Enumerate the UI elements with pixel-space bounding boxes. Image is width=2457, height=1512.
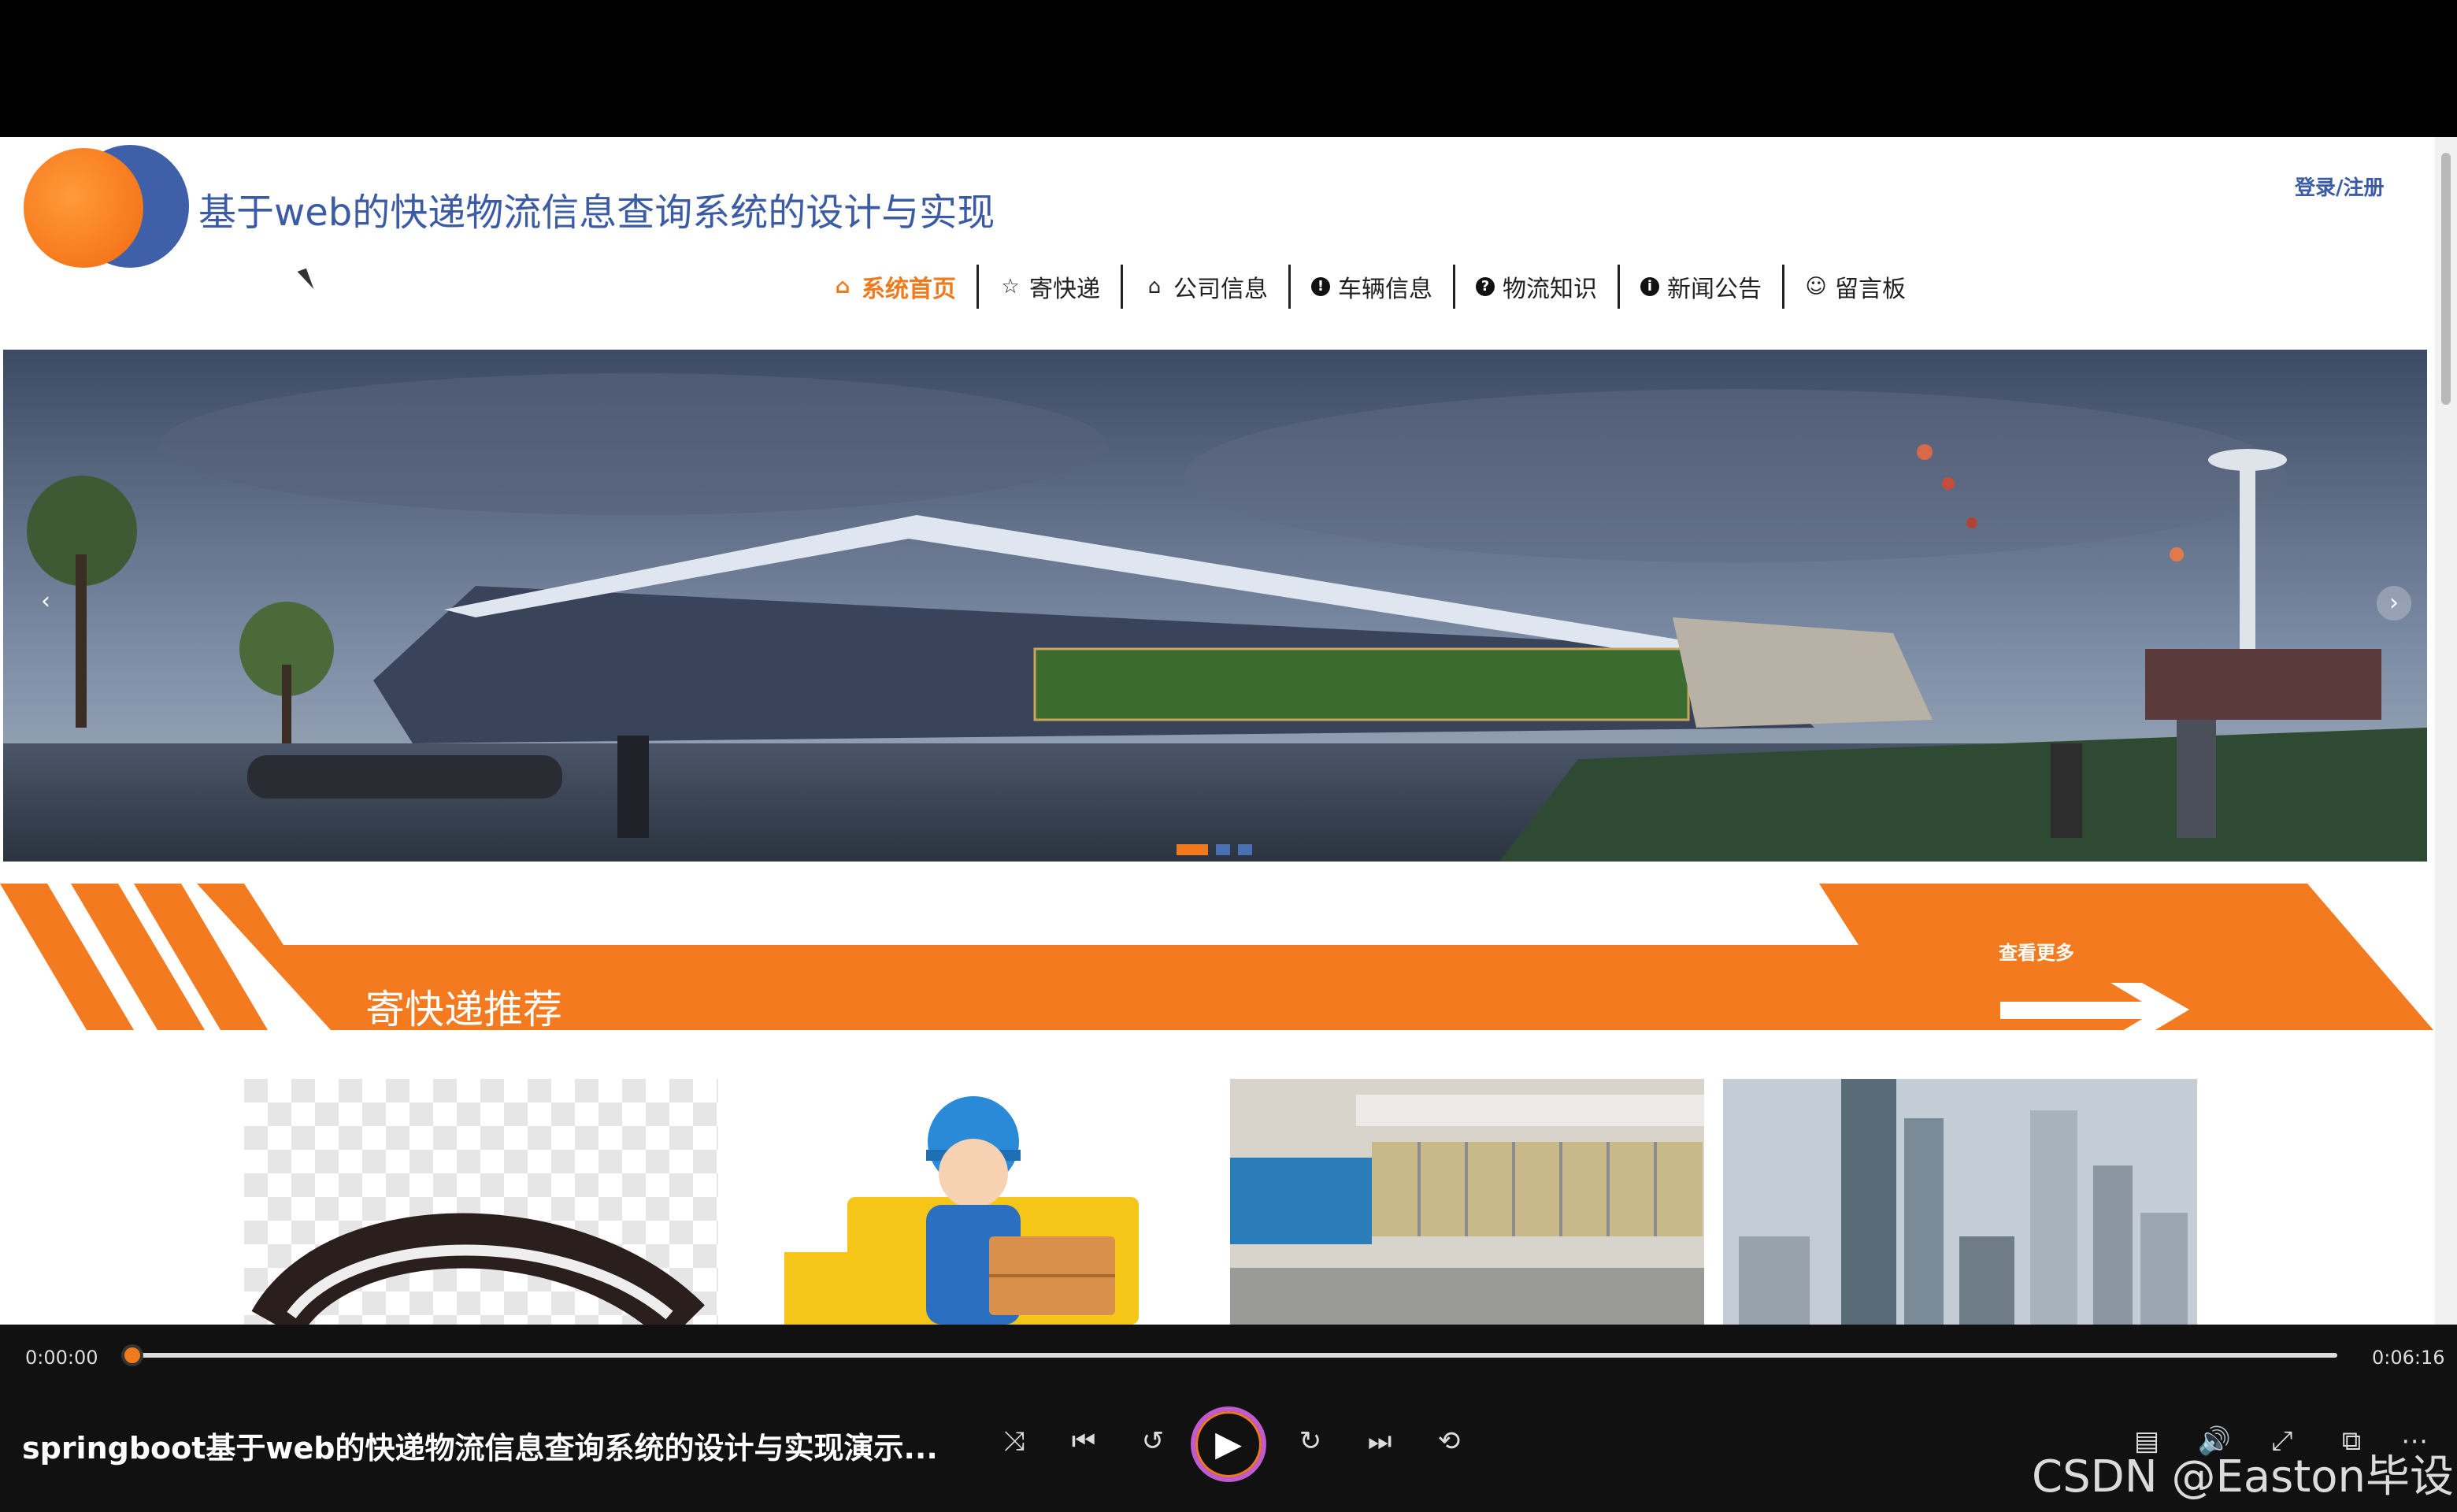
current-time: 0:00:00 — [25, 1347, 98, 1369]
progress-knob[interactable] — [121, 1344, 143, 1366]
smile-icon: ☺ — [1805, 275, 1827, 298]
watermark: CSDN @Easton毕设 — [2032, 1451, 2455, 1503]
nav-item-label: 公司信息 — [1173, 276, 1268, 303]
nav-item-label: 寄快递 — [1029, 276, 1100, 303]
banner-dot-1[interactable] — [1177, 844, 1208, 855]
nav-item-label: 留言板 — [1835, 276, 1906, 303]
home-icon: ⌂ — [835, 275, 850, 298]
exclamation-icon: ! — [1311, 277, 1330, 296]
banner-dot-3[interactable] — [1238, 844, 1252, 855]
nav-item-label: 物流知识 — [1503, 276, 1597, 303]
star-icon: ☆ — [1001, 275, 1020, 298]
login-register-link[interactable]: 登录/注册 — [2295, 172, 2385, 201]
previous-icon[interactable]: ⏮ — [1063, 1421, 1104, 1462]
mouse-cursor — [297, 268, 314, 293]
view-more-link[interactable]: 查看更多 — [1999, 937, 2074, 965]
recommend-card[interactable] — [737, 1079, 1211, 1325]
top-black-bar — [0, 0, 2457, 137]
nav-item-news[interactable]: i 新闻公告 — [1618, 265, 1782, 309]
recommend-card[interactable] — [1230, 1079, 1704, 1325]
nav-item-label: 新闻公告 — [1667, 276, 1762, 303]
site-title: 基于web的快递物流信息查询系统的设计与实现 — [198, 191, 995, 235]
question-icon: ? — [1476, 277, 1495, 296]
banner-prev-button[interactable]: ‹ — [30, 586, 61, 617]
nav-item-logistics-knowledge[interactable]: ? 物流知识 — [1453, 265, 1618, 309]
banner-indicators — [1177, 844, 1252, 855]
card-image — [244, 1079, 718, 1325]
browser-page: 基于web的快递物流信息查询系统的设计与实现 登录/注册 ⌂ 系统首页 ☆ 寄快… — [0, 137, 2457, 1325]
video-player-controls: 0:00:00 0:06:16 springboot基于web的快递物流信息查询… — [0, 1325, 2457, 1512]
card-image — [737, 1079, 1211, 1325]
banner-image — [3, 350, 2427, 862]
recommend-card[interactable] — [244, 1079, 718, 1325]
site-logo[interactable] — [24, 145, 189, 268]
nav-item-company[interactable]: ⌂ 公司信息 — [1121, 265, 1288, 309]
repeat-icon[interactable]: ⟲ — [1429, 1421, 1469, 1462]
card-image — [1230, 1079, 1704, 1325]
banner-next-button[interactable]: › — [2377, 586, 2411, 621]
page-scrollbar[interactable] — [2435, 137, 2457, 1325]
nav-item-label: 系统首页 — [862, 276, 956, 303]
play-button[interactable]: ▶ — [1191, 1406, 1266, 1482]
nav-item-send-express[interactable]: ☆ 寄快递 — [976, 265, 1121, 309]
nav-item-home[interactable]: ⌂ 系统首页 — [811, 265, 976, 309]
nav-item-message-board[interactable]: ☺ 留言板 — [1782, 265, 1926, 309]
next-icon[interactable]: ⏭ — [1359, 1421, 1400, 1462]
forward-30-icon[interactable]: ↻ — [1290, 1421, 1331, 1462]
recommend-card[interactable] — [1723, 1079, 2197, 1325]
total-time: 0:06:16 — [2372, 1347, 2445, 1369]
shuffle-icon[interactable]: ⤨ — [994, 1421, 1035, 1462]
section-header: 寄快递推荐 查看更多 — [0, 884, 2441, 1057]
main-nav: ⌂ 系统首页 ☆ 寄快递 ⌂ 公司信息 ! 车辆信息 ? 物流知识 i 新闻公告… — [811, 263, 1926, 310]
banner-dot-2[interactable] — [1216, 844, 1230, 855]
info-icon: i — [1640, 277, 1659, 296]
card-image — [1723, 1079, 2197, 1325]
nav-item-label: 车辆信息 — [1338, 276, 1432, 303]
progress-track[interactable] — [132, 1353, 2337, 1358]
bag-icon: ⌂ — [1147, 275, 1162, 298]
video-title: springboot基于web的快递物流信息查询系统的设计与实现演示... — [22, 1431, 938, 1466]
banner-carousel[interactable]: ‹ › — [3, 350, 2427, 862]
rewind-10-icon[interactable]: ↺ — [1132, 1421, 1173, 1462]
express-recommend-list — [244, 1079, 2197, 1325]
scrollbar-thumb[interactable] — [2441, 153, 2451, 405]
nav-item-vehicle[interactable]: ! 车辆信息 — [1288, 265, 1453, 309]
section-title: 寄快递推荐 — [365, 987, 562, 1032]
